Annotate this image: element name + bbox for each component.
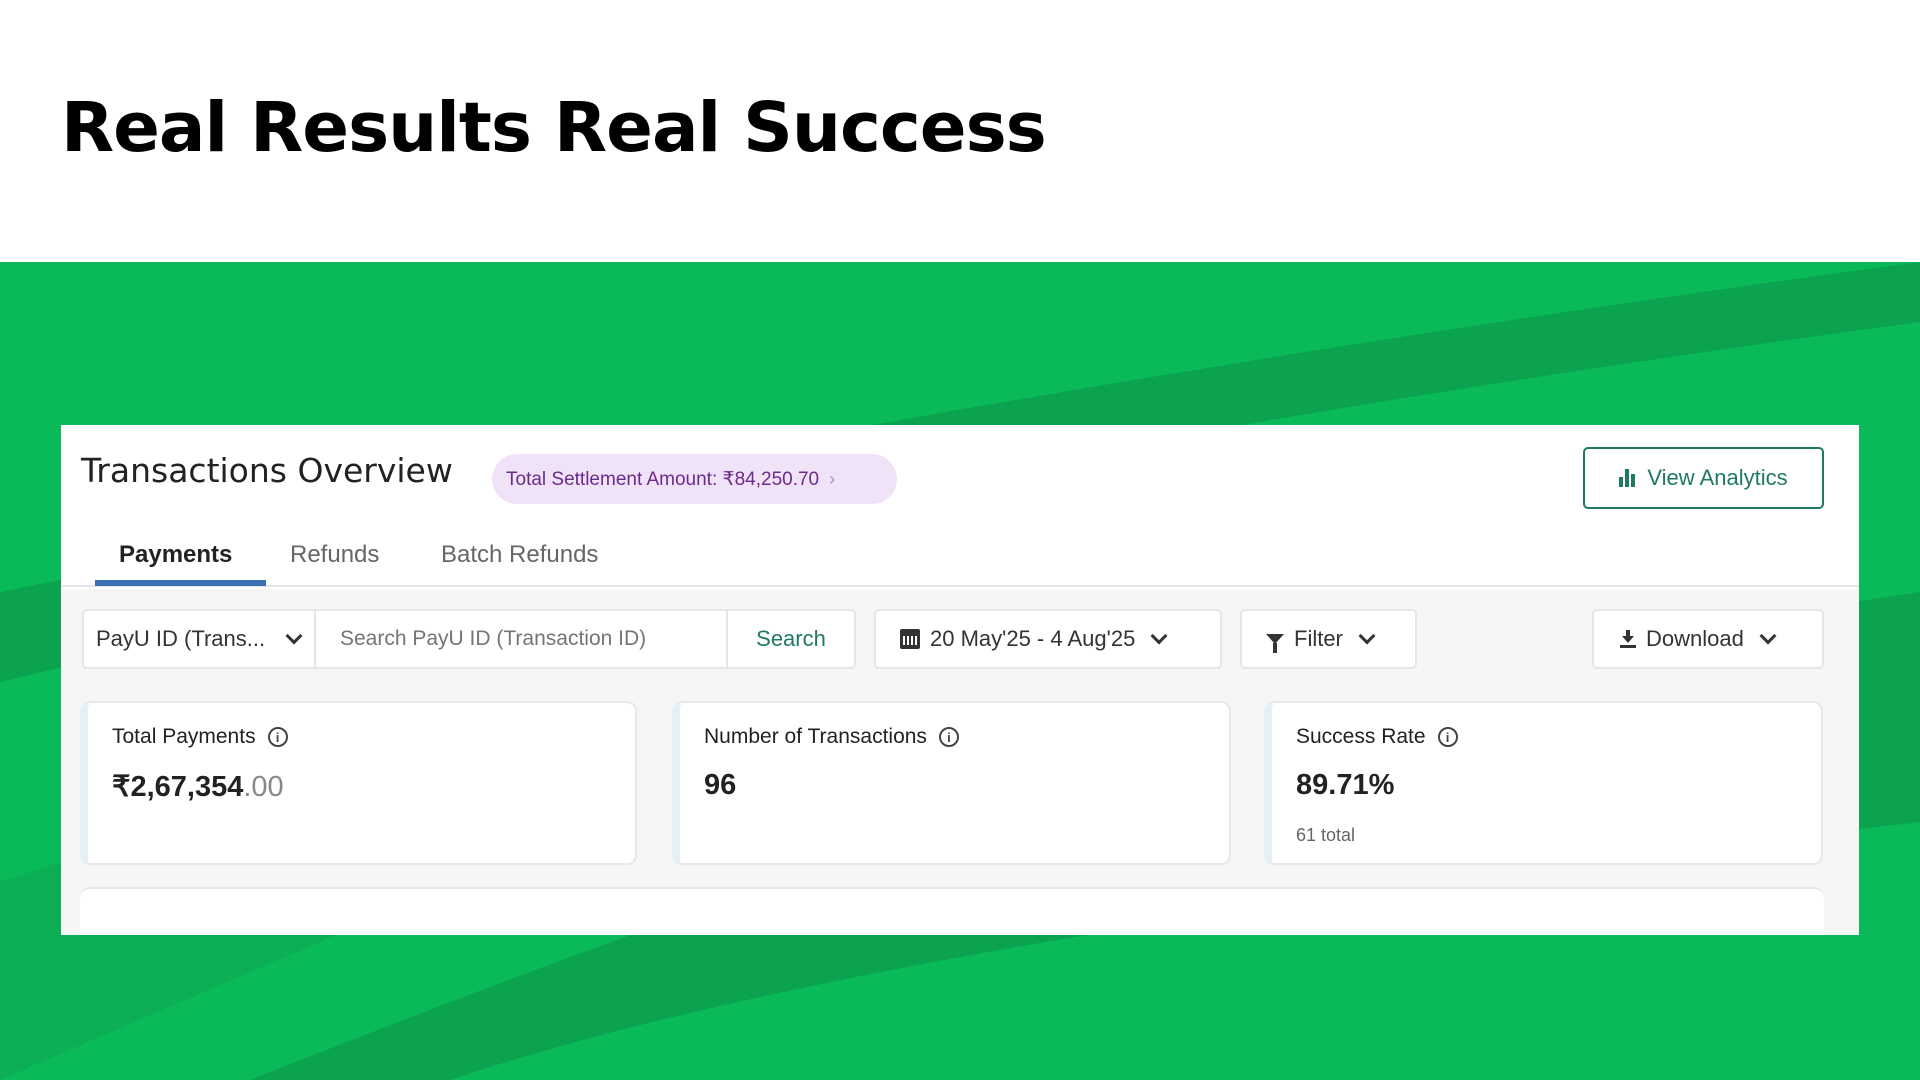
stat-card-number-of-transactions: Number of Transactions i 96 bbox=[672, 701, 1231, 865]
filter-toolbar: PayU ID (Trans... Search 20 May'25 - 4 A… bbox=[61, 589, 1859, 689]
stat-label: Success Rate bbox=[1296, 725, 1426, 748]
stats-section: Total Payments i ₹2,67,354.00 Number of … bbox=[61, 689, 1859, 935]
filter-funnel-icon bbox=[1266, 634, 1284, 653]
info-icon[interactable]: i bbox=[938, 727, 959, 747]
slide-headline: Real Results Real Success bbox=[61, 88, 1047, 168]
date-range-value: 20 May'25 - 4 Aug'25 bbox=[930, 626, 1136, 651]
id-type-select[interactable]: PayU ID (Trans... bbox=[82, 609, 316, 669]
tab-payments[interactable]: Payments bbox=[119, 541, 232, 569]
date-range-picker[interactable]: 20 May'25 - 4 Aug'25 bbox=[874, 609, 1222, 669]
tab-refunds[interactable]: Refunds bbox=[290, 541, 379, 569]
chevron-down-icon bbox=[285, 627, 303, 645]
view-analytics-button[interactable]: View Analytics bbox=[1583, 447, 1824, 509]
stat-value-main: 96 bbox=[704, 769, 737, 801]
info-icon[interactable]: i bbox=[1437, 727, 1458, 747]
search-input[interactable] bbox=[314, 609, 728, 669]
stat-card-success-rate: Success Rate i 89.71% 61 total bbox=[1264, 701, 1823, 865]
download-icon bbox=[1620, 630, 1636, 648]
settlement-amount-pill[interactable]: Total Settlement Amount: ₹84,250.70 › bbox=[492, 454, 897, 504]
stat-value: 89.71% bbox=[1296, 769, 1394, 802]
id-type-selected-value: PayU ID (Trans... bbox=[96, 626, 266, 651]
stat-value-main: 89.71% bbox=[1296, 769, 1395, 801]
stat-label: Number of Transactions bbox=[704, 725, 927, 748]
stat-label: Total Payments bbox=[112, 725, 256, 748]
chevron-right-icon: › bbox=[829, 468, 836, 489]
download-button[interactable]: Download bbox=[1592, 609, 1824, 669]
bar-chart-icon bbox=[1619, 469, 1636, 487]
tab-batch-refunds[interactable]: Batch Refunds bbox=[441, 541, 598, 569]
tab-bar: Payments Refunds Batch Refunds bbox=[61, 525, 1859, 587]
chevron-down-icon bbox=[1358, 627, 1376, 645]
view-analytics-label: View Analytics bbox=[1647, 465, 1788, 490]
stat-subtext: 61 total bbox=[1296, 825, 1356, 845]
stat-value-decimals: .00 bbox=[243, 771, 284, 803]
info-icon[interactable]: i bbox=[267, 727, 288, 747]
active-tab-indicator bbox=[95, 580, 266, 586]
settlement-amount-label: Total Settlement Amount: ₹84,250.70 bbox=[506, 468, 820, 490]
stat-card-total-payments: Total Payments i ₹2,67,354.00 bbox=[80, 701, 637, 865]
filter-label: Filter bbox=[1294, 626, 1343, 651]
search-button[interactable]: Search bbox=[726, 609, 856, 669]
chevron-down-icon bbox=[1150, 627, 1168, 645]
filter-button[interactable]: Filter bbox=[1240, 609, 1417, 669]
download-label: Download bbox=[1646, 626, 1744, 651]
next-section-edge bbox=[80, 887, 1824, 935]
stat-value-main: ₹2,67,354 bbox=[112, 771, 244, 803]
transactions-overview-panel: Transactions Overview Total Settlement A… bbox=[61, 425, 1859, 935]
stat-value: ₹2,67,354.00 bbox=[112, 769, 284, 804]
page-title: Transactions Overview bbox=[81, 451, 453, 490]
chevron-down-icon bbox=[1759, 627, 1777, 645]
calendar-icon bbox=[900, 629, 920, 649]
stat-value: 96 bbox=[704, 769, 736, 802]
